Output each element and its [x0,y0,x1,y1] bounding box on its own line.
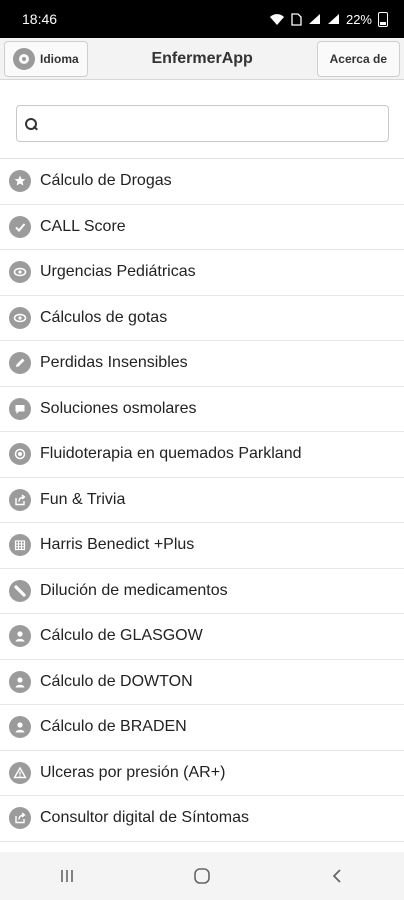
check-icon [9,215,31,238]
list-item-label: Cálculos de gotas [40,308,168,326]
status-bar: 18:46 22% [0,0,404,38]
user-icon [9,625,31,648]
pencil-icon [9,352,31,375]
list-item-label: Harris Benedict +Plus [40,536,195,554]
list-item-fun-trivia[interactable]: Fun & Trivia [0,478,404,523]
list-item-label: Cálculo de BRADEN [40,718,187,736]
user-icon [9,716,31,739]
list-item-fluidoterapia-parkland[interactable]: Fluidoterapia en quemados Parkland [0,432,404,478]
list-item-urgencias-pediatricas[interactable]: Urgencias Pediátricas [0,250,404,296]
list-item-ulceras-presion[interactable]: Ulceras por presión (AR+) [0,751,404,796]
battery-icon [378,11,388,27]
sim-icon [291,12,302,26]
comment-icon [9,397,31,420]
list-item-label: Cálculo de Drogas [40,172,172,190]
about-button[interactable]: Acerca de [316,40,400,77]
status-icons: 22% [269,11,388,27]
list-item-label: Urgencias Pediátricas [40,263,196,281]
list-item-consultor-sintomas[interactable]: Consultor digital de Síntomas [0,796,404,842]
list-item-calculo-glasgow[interactable]: Cálculo de GLASGOW [0,614,404,660]
home-button[interactable] [182,856,222,896]
back-icon [332,869,341,883]
list-item-label: Cálculo de GLASGOW [40,627,203,645]
grid-icon [9,534,31,557]
record-icon [9,443,31,466]
battery-percent: 22% [345,11,372,27]
list-item-dilucion-medicamentos[interactable]: Dilución de medicamentos [0,569,404,614]
search-area [0,80,404,158]
list-item-soluciones-osmolares[interactable]: Soluciones osmolares [0,387,404,432]
about-button-label: Acerca de [329,51,387,66]
list-item-calculo-braden[interactable]: Cálculo de BRADEN [0,705,404,751]
list-item-calculo-dowton[interactable]: Cálculo de DOWTON [0,660,404,705]
search-input[interactable] [43,115,380,132]
menu-list: Cálculo de Drogas CALL Score Urgencias P… [0,158,404,842]
list-item-calculos-gotas[interactable]: Cálculos de gotas [0,296,404,341]
list-item-label: Soluciones osmolares [40,399,197,417]
system-nav-bar [0,852,404,900]
eye-icon [9,261,31,284]
list-item-label: Dilución de medicamentos [40,581,228,599]
search-box[interactable] [16,105,389,142]
search-icon [25,117,37,130]
share-icon [9,488,31,511]
list-item-label: CALL Score [40,217,126,235]
list-item-calculo-drogas[interactable]: Cálculo de Drogas [0,159,404,205]
recent-apps-icon [61,870,74,882]
list-item-label: Ulceras por presión (AR+) [40,763,226,781]
forbidden-icon [9,579,31,602]
gear-icon [13,47,35,70]
language-button[interactable]: Idioma [4,40,88,77]
app-header: Idioma EnfermerApp Acerca de [0,38,404,80]
list-item-call-score[interactable]: CALL Score [0,205,404,250]
app-title: EnfermerApp [151,49,253,67]
eye-icon [9,306,31,329]
list-item-perdidas-insensibles[interactable]: Perdidas Insensibles [0,341,404,387]
signal-icon [308,14,320,24]
list-item-label: Fluidoterapia en quemados Parkland [40,445,302,463]
recent-apps-button[interactable] [47,856,87,896]
status-time: 18:46 [22,11,58,27]
list-item-label: Fun & Trivia [40,490,126,508]
wifi-icon [269,13,284,25]
list-item-label: Perdidas Insensibles [40,354,188,372]
list-item-harris-benedict[interactable]: Harris Benedict +Plus [0,523,404,569]
share-icon [9,807,31,830]
list-item-label: Cálculo de DOWTON [40,672,193,690]
user-icon [9,670,31,693]
star-icon [9,170,31,193]
home-icon [194,868,210,884]
list-item-label: Consultor digital de Síntomas [40,809,249,827]
alert-icon [9,761,31,784]
language-button-label: Idioma [40,51,79,66]
back-button[interactable] [317,856,357,896]
signal-icon [327,14,339,24]
